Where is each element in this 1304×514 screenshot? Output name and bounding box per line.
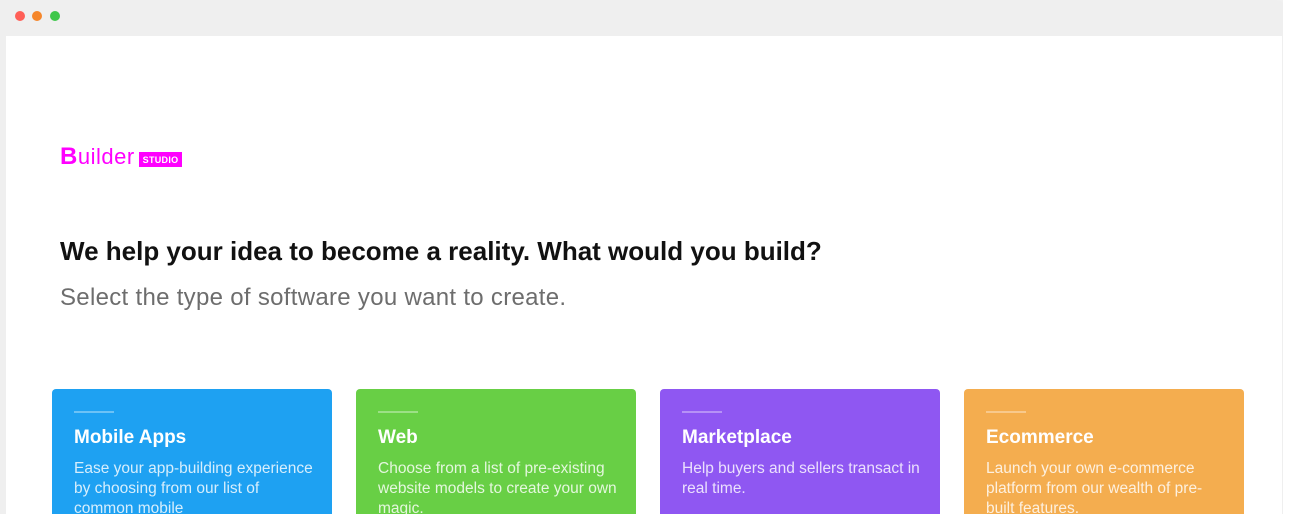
browser-window: Builder STUDIO We help your idea to beco… — [0, 0, 1304, 514]
page-gutter — [1283, 0, 1304, 514]
maximize-window-button[interactable] — [50, 11, 60, 21]
builder-studio-logo[interactable]: Builder STUDIO — [60, 143, 183, 170]
card-divider — [378, 411, 418, 413]
logo-wordmark: Builder — [60, 143, 135, 170]
card-mobile-apps[interactable]: Mobile Apps Ease your app-building exper… — [52, 389, 332, 514]
card-divider — [986, 411, 1026, 413]
logo-badge: STUDIO — [138, 151, 183, 167]
page-content: Builder STUDIO We help your idea to beco… — [6, 36, 1282, 514]
page-title: We help your idea to become a reality. W… — [60, 236, 822, 266]
minimize-window-button[interactable] — [32, 11, 42, 21]
card-description: Help buyers and sellers transact in real… — [682, 460, 920, 497]
card-title: Ecommerce — [986, 427, 1094, 448]
window-titlebar — [0, 0, 1286, 36]
close-window-button[interactable] — [15, 11, 25, 21]
card-web[interactable]: Web Choose from a list of pre-existing w… — [356, 389, 636, 514]
card-description: Ease your app-building experience by cho… — [74, 460, 313, 514]
card-title: Mobile Apps — [74, 427, 187, 448]
card-ecommerce[interactable]: Ecommerce Launch your own e-commerce pla… — [964, 389, 1244, 514]
card-divider — [682, 411, 722, 413]
card-marketplace[interactable]: Marketplace Help buyers and sellers tran… — [660, 389, 940, 514]
card-title: Web — [378, 427, 418, 448]
card-description: Choose from a list of pre-existing websi… — [378, 460, 617, 514]
page-subtitle: Select the type of software you want to … — [60, 284, 567, 311]
card-description: Launch your own e-commerce platform from… — [986, 460, 1203, 514]
card-divider — [74, 411, 114, 413]
card-title: Marketplace — [682, 427, 792, 448]
